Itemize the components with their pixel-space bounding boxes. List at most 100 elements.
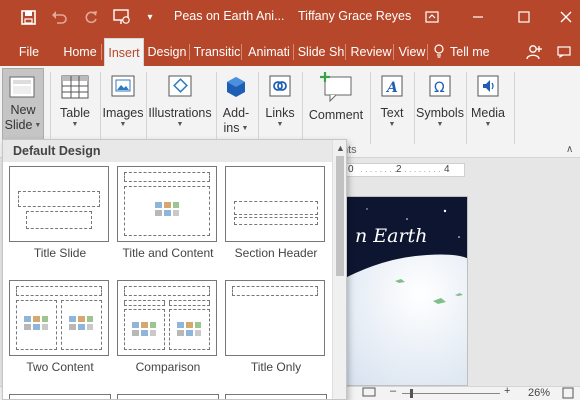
close-icon[interactable] xyxy=(546,0,580,34)
zoom-out-icon[interactable]: – xyxy=(390,385,396,397)
layout-comparison[interactable]: Comparison xyxy=(117,280,219,374)
document-title: Peas on Earth Ani... xyxy=(174,9,285,23)
comment-button[interactable]: Comment xyxy=(306,70,366,123)
tab-home[interactable]: Home xyxy=(58,38,102,66)
illustrations-button[interactable]: Illustrations ▼ xyxy=(148,72,212,128)
layout-name: Title and Content xyxy=(122,246,214,260)
slide-show-icon[interactable] xyxy=(362,387,376,400)
links-button[interactable]: Links ▼ xyxy=(262,72,298,128)
media-button[interactable]: Media ▼ xyxy=(468,72,508,128)
comments-icon[interactable] xyxy=(552,38,576,66)
start-from-beginning-icon[interactable] xyxy=(110,0,134,34)
tab-transitions[interactable]: Transitic xyxy=(192,38,242,66)
layout-name: Title Only xyxy=(250,360,302,374)
add-ins-label-2: ins xyxy=(223,121,240,135)
layout-section-header[interactable]: Section Header xyxy=(225,166,327,260)
zoom-in-icon[interactable]: + xyxy=(504,385,510,397)
tab-design[interactable]: Design xyxy=(144,38,190,66)
group-divider xyxy=(146,72,147,144)
group-divider xyxy=(100,72,101,144)
title-placeholder xyxy=(124,286,210,296)
group-divider xyxy=(258,72,259,144)
heading-placeholder-right xyxy=(169,300,210,306)
add-ins-button[interactable]: Add- ins ▼ xyxy=(218,72,254,136)
text-button[interactable]: A Text ▼ xyxy=(374,72,410,128)
tell-me-label: Tell me xyxy=(450,45,490,59)
customize-qat-icon[interactable]: ▾ xyxy=(142,0,158,34)
layout-two-content[interactable]: Two Content xyxy=(9,280,111,374)
images-button[interactable]: Images ▼ xyxy=(102,72,144,128)
text-placeholder xyxy=(234,217,318,225)
new-slide-icon xyxy=(8,73,38,103)
content-icons xyxy=(155,202,179,216)
group-divider xyxy=(216,72,217,144)
media-label: Media xyxy=(470,106,506,120)
redo-icon[interactable] xyxy=(80,0,102,34)
tab-animations[interactable]: Animati xyxy=(244,38,294,66)
tell-me-box[interactable]: Tell me xyxy=(434,38,504,66)
slide-canvas[interactable]: n Earth xyxy=(346,196,468,386)
fit-slide-icon[interactable] xyxy=(562,387,574,400)
minimize-icon[interactable] xyxy=(458,0,498,34)
svg-text:Ω: Ω xyxy=(434,80,445,96)
layout-title-and-content[interactable]: Title and Content xyxy=(117,166,219,260)
title-placeholder xyxy=(124,172,210,182)
zoom-level[interactable]: 26% xyxy=(528,387,550,399)
save-icon[interactable] xyxy=(14,0,42,34)
layout-name: Section Header xyxy=(234,246,318,260)
title-placeholder xyxy=(18,191,100,207)
tab-review[interactable]: Review xyxy=(348,38,394,66)
chevron-down-icon: ▼ xyxy=(276,121,284,128)
heading-placeholder-left xyxy=(124,300,165,306)
table-icon xyxy=(60,72,90,102)
group-divider xyxy=(370,72,371,144)
chevron-down-icon: ▼ xyxy=(484,121,492,128)
omega-icon: Ω xyxy=(425,72,455,102)
ribbon-tabs: File Home Insert Design Transitic Animat… xyxy=(0,34,580,66)
illustrations-label: Illustrations xyxy=(148,106,212,120)
tab-slide-show[interactable]: Slide Sh xyxy=(296,38,346,66)
scrollbar-thumb[interactable] xyxy=(336,156,344,276)
title-bar: ▾ Peas on Earth Ani... Tiffany Grace Rey… xyxy=(0,0,580,34)
ribbon-display-options-icon[interactable] xyxy=(412,0,452,34)
table-button[interactable]: Table ▼ xyxy=(56,72,94,128)
chevron-down-icon: ▼ xyxy=(34,122,42,129)
new-slide-button[interactable]: New Slide ▼ xyxy=(2,68,44,140)
zoom-slider[interactable] xyxy=(402,389,500,398)
group-divider xyxy=(466,72,467,144)
layout-next-row[interactable] xyxy=(9,394,111,399)
layout-next-row[interactable] xyxy=(117,394,219,399)
tab-view[interactable]: View xyxy=(396,38,428,66)
collapse-ribbon-icon[interactable]: ∧ xyxy=(566,144,573,155)
layout-thumbnail xyxy=(117,166,217,242)
new-slide-label-1: New xyxy=(10,103,36,117)
slide-title-text[interactable]: n Earth xyxy=(355,225,427,247)
undo-icon[interactable] xyxy=(46,0,72,34)
user-name[interactable]: Tiffany Grace Reyes xyxy=(298,9,411,23)
content-icons xyxy=(24,316,48,330)
powerpoint-window: ▾ Peas on Earth Ani... Tiffany Grace Rey… xyxy=(0,0,580,400)
images-icon xyxy=(108,72,138,102)
ruler-mark: 4 xyxy=(444,164,450,175)
content-icons xyxy=(177,322,201,336)
layout-thumbnail xyxy=(9,166,109,242)
maximize-icon[interactable] xyxy=(504,0,544,34)
new-slide-layout-gallery: Default Design ▲ Title Slide Title and C… xyxy=(2,139,347,400)
layout-title-only[interactable]: Title Only xyxy=(225,280,327,374)
layout-thumbnail xyxy=(225,280,325,356)
gallery-scrollbar[interactable]: ▲ xyxy=(332,140,346,399)
zoom-slider-thumb[interactable] xyxy=(410,389,413,398)
chevron-down-icon: ▼ xyxy=(388,121,396,128)
layout-name: Two Content xyxy=(26,360,94,374)
layout-title-slide[interactable]: Title Slide xyxy=(9,166,111,260)
group-divider xyxy=(302,72,303,144)
symbols-button[interactable]: Ω Symbols ▼ xyxy=(416,72,464,128)
layout-next-row[interactable] xyxy=(225,394,327,399)
images-label: Images xyxy=(102,106,144,120)
tab-insert[interactable]: Insert xyxy=(104,38,144,66)
chevron-down-icon: ▼ xyxy=(436,121,444,128)
tab-file[interactable]: File xyxy=(10,38,48,66)
share-icon[interactable] xyxy=(520,38,548,66)
ruler-mark: 0 xyxy=(348,164,354,175)
scroll-up-icon[interactable]: ▲ xyxy=(336,143,345,153)
